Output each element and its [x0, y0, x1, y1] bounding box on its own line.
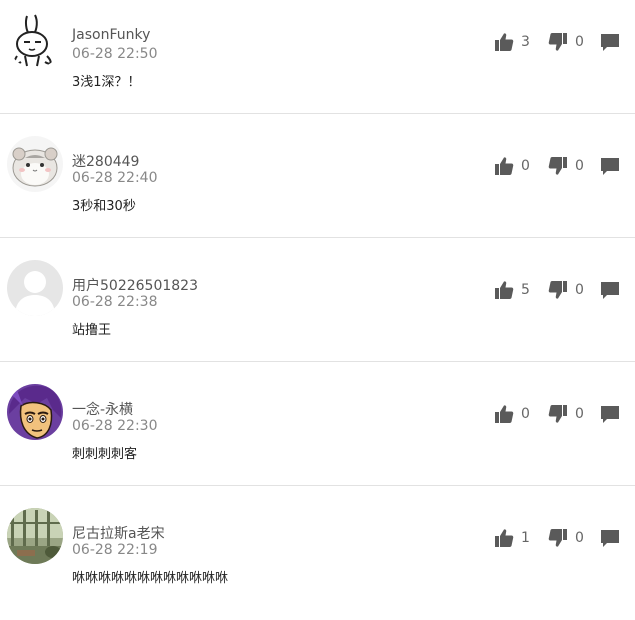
username[interactable]: 尼古拉斯a老宋 — [72, 523, 165, 543]
reply-button[interactable] — [600, 403, 620, 425]
comment-text: 刺刺刺刺客 — [72, 447, 138, 462]
avatar[interactable] — [7, 508, 63, 564]
rabbit-avatar — [7, 12, 63, 68]
comment-list: JasonFunky 06-28 22:50 3浅1深？！ 3 0 迷28044… — [0, 0, 635, 599]
divider — [0, 361, 635, 362]
like-button[interactable]: 0 — [494, 155, 530, 177]
divider — [0, 485, 635, 486]
dislike-count: 0 — [575, 406, 584, 422]
divider — [0, 113, 635, 114]
thumbs-down-icon — [548, 157, 567, 175]
purple-hair-avatar — [7, 384, 63, 440]
comment-actions: 1 0 — [494, 527, 624, 549]
comment-actions: 0 0 — [494, 403, 624, 425]
comment-text: 咻咻咻咻咻咻咻咻咻咻咻咻 — [72, 571, 229, 586]
avatar[interactable] — [7, 136, 63, 192]
comment-text: 3秒和30秒 — [72, 199, 136, 214]
like-count: 1 — [521, 530, 530, 546]
comment-item: JasonFunky 06-28 22:50 3浅1深？！ 3 0 — [0, 0, 635, 124]
avatar[interactable] — [7, 12, 63, 68]
like-button[interactable]: 3 — [494, 31, 530, 53]
dislike-button[interactable]: 0 — [548, 403, 584, 425]
comment-item: 一念-永横 06-28 22:30 刺刺刺刺客 0 0 — [0, 372, 635, 496]
like-count: 5 — [521, 282, 530, 298]
comment-time: 06-28 22:40 — [72, 170, 158, 186]
dislike-button[interactable]: 0 — [548, 527, 584, 549]
comment-bubble-icon — [601, 158, 619, 175]
dislike-button[interactable]: 0 — [548, 31, 584, 53]
comment-time: 06-28 22:19 — [72, 542, 158, 558]
avatar[interactable] — [7, 384, 63, 440]
comment-bubble-icon — [601, 34, 619, 51]
dislike-count: 0 — [575, 158, 584, 174]
comment-actions: 3 0 — [494, 31, 624, 53]
thumbs-down-icon — [548, 529, 567, 547]
comment-actions: 0 0 — [494, 155, 624, 177]
like-count: 0 — [521, 406, 530, 422]
dislike-count: 0 — [575, 530, 584, 546]
like-count: 0 — [521, 158, 530, 174]
username[interactable]: 用户50226501823 — [72, 275, 198, 295]
dislike-count: 0 — [575, 34, 584, 50]
comment-bubble-icon — [601, 530, 619, 547]
window-room-avatar — [7, 508, 63, 564]
avatar[interactable] — [7, 260, 63, 316]
comment-item: 迷280449 06-28 22:40 3秒和30秒 0 0 — [0, 124, 635, 248]
comment-bubble-icon — [601, 406, 619, 423]
username[interactable]: 迷280449 — [72, 151, 139, 171]
comment-text: 站撸王 — [72, 323, 112, 338]
comment-time: 06-28 22:50 — [72, 46, 158, 62]
thumbs-up-icon — [495, 405, 514, 423]
thumbs-up-icon — [495, 33, 514, 51]
reply-button[interactable] — [600, 279, 620, 301]
comment-text: 3浅1深？！ — [72, 75, 141, 90]
thumbs-down-icon — [548, 281, 567, 299]
reply-button[interactable] — [600, 31, 620, 53]
default-user-avatar — [7, 260, 63, 316]
like-count: 3 — [521, 34, 530, 50]
like-button[interactable]: 5 — [494, 279, 530, 301]
comment-actions: 5 0 — [494, 279, 624, 301]
thumbs-down-icon — [548, 405, 567, 423]
divider — [0, 237, 635, 238]
comment-time: 06-28 22:30 — [72, 418, 158, 434]
hamster-avatar — [7, 136, 63, 192]
comment-time: 06-28 22:38 — [72, 294, 158, 310]
comment-bubble-icon — [601, 282, 619, 299]
thumbs-up-icon — [495, 157, 514, 175]
dislike-count: 0 — [575, 282, 584, 298]
username[interactable]: JasonFunky — [72, 27, 150, 43]
thumbs-up-icon — [495, 529, 514, 547]
dislike-button[interactable]: 0 — [548, 155, 584, 177]
username[interactable]: 一念-永横 — [72, 399, 133, 419]
like-button[interactable]: 0 — [494, 403, 530, 425]
reply-button[interactable] — [600, 155, 620, 177]
dislike-button[interactable]: 0 — [548, 279, 584, 301]
comment-item: 尼古拉斯a老宋 06-28 22:19 咻咻咻咻咻咻咻咻咻咻咻咻 1 0 — [0, 496, 635, 620]
comment-item: 用户50226501823 06-28 22:38 站撸王 5 0 — [0, 248, 635, 372]
reply-button[interactable] — [600, 527, 620, 549]
like-button[interactable]: 1 — [494, 527, 530, 549]
thumbs-up-icon — [495, 281, 514, 299]
thumbs-down-icon — [548, 33, 567, 51]
